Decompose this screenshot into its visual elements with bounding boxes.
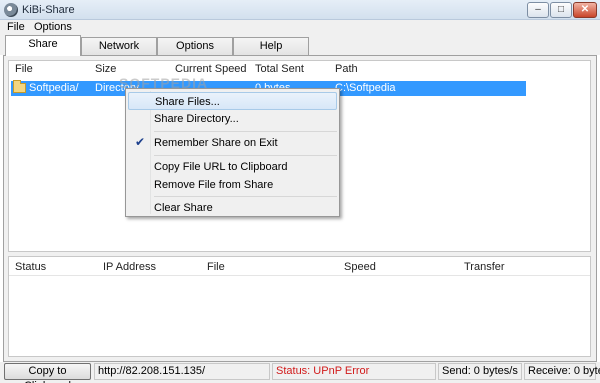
header-divider xyxy=(9,275,590,276)
menu-item-remember-share[interactable]: ✔ Remember Share on Exit xyxy=(128,134,337,152)
menu-separator xyxy=(154,196,337,197)
menu-file[interactable]: File xyxy=(7,21,25,33)
tab-help[interactable]: Help xyxy=(233,37,309,55)
transfer-list[interactable]: Status IP Address File Speed Transfer xyxy=(8,256,591,357)
row-file: Softpedia/ xyxy=(29,82,79,94)
send-rate: Send: 0 bytes/s xyxy=(438,363,522,380)
tab-options[interactable]: Options xyxy=(157,37,233,55)
server-url: http://82.208.151.135/ xyxy=(94,363,270,380)
menu-item-label: Share Directory... xyxy=(154,113,239,125)
column-header-ip-address[interactable]: IP Address xyxy=(103,261,156,273)
column-header-current-speed[interactable]: Current Speed xyxy=(175,63,247,75)
menu-options[interactable]: Options xyxy=(34,21,72,33)
menu-item-share-directory[interactable]: Share Directory... xyxy=(128,110,337,128)
close-button[interactable]: ✕ xyxy=(573,2,597,18)
menu-separator xyxy=(154,131,337,132)
status-text: Status: UPnP Error xyxy=(272,363,436,380)
column-header-transfer[interactable]: Transfer xyxy=(464,261,505,273)
column-header-file[interactable]: File xyxy=(15,63,33,75)
receive-rate: Receive: 0 bytes/s xyxy=(524,363,600,380)
column-header-path[interactable]: Path xyxy=(335,63,358,75)
tab-network[interactable]: Network xyxy=(81,37,157,55)
checkmark-icon: ✔ xyxy=(135,135,146,149)
copy-to-clipboard-button[interactable]: Copy to Clipboard xyxy=(4,363,91,383)
minimize-button[interactable]: – xyxy=(527,2,549,18)
tab-share[interactable]: Share xyxy=(5,35,81,56)
menu-item-label: Clear Share xyxy=(154,202,213,214)
column-header-total-sent[interactable]: Total Sent xyxy=(255,63,304,75)
menu-item-label: Copy File URL to Clipboard xyxy=(154,161,288,173)
status-bar: Copy to Clipboard http://82.208.151.135/… xyxy=(0,362,600,383)
menu-bar: File Options xyxy=(0,20,600,35)
app-icon xyxy=(4,3,18,17)
menu-item-label: Remember Share on Exit xyxy=(154,137,278,149)
column-header-file[interactable]: File xyxy=(207,261,225,273)
column-header-speed[interactable]: Speed xyxy=(344,261,376,273)
maximize-button[interactable]: □ xyxy=(550,2,572,18)
menu-item-label: Share Files... xyxy=(155,96,220,108)
folder-icon xyxy=(13,80,26,93)
window-title: KiBi-Share xyxy=(22,4,75,16)
menu-item-label: Remove File from Share xyxy=(154,179,274,191)
column-header-size[interactable]: Size xyxy=(95,63,116,75)
tab-strip: Share Network Options Help xyxy=(0,35,600,56)
menu-item-share-files[interactable]: Share Files... xyxy=(128,92,337,110)
context-menu: Share Files... Share Directory... ✔ Reme… xyxy=(125,88,340,217)
menu-item-clear-share[interactable]: Clear Share xyxy=(128,199,337,217)
column-header-status[interactable]: Status xyxy=(15,261,46,273)
menu-item-copy-url[interactable]: Copy File URL to Clipboard xyxy=(128,158,337,176)
title-bar: KiBi-Share – □ ✕ xyxy=(0,0,600,20)
menu-item-remove-file[interactable]: Remove File from Share xyxy=(128,176,337,194)
row-path: C:\Softpedia xyxy=(335,82,396,94)
menu-separator xyxy=(154,155,337,156)
